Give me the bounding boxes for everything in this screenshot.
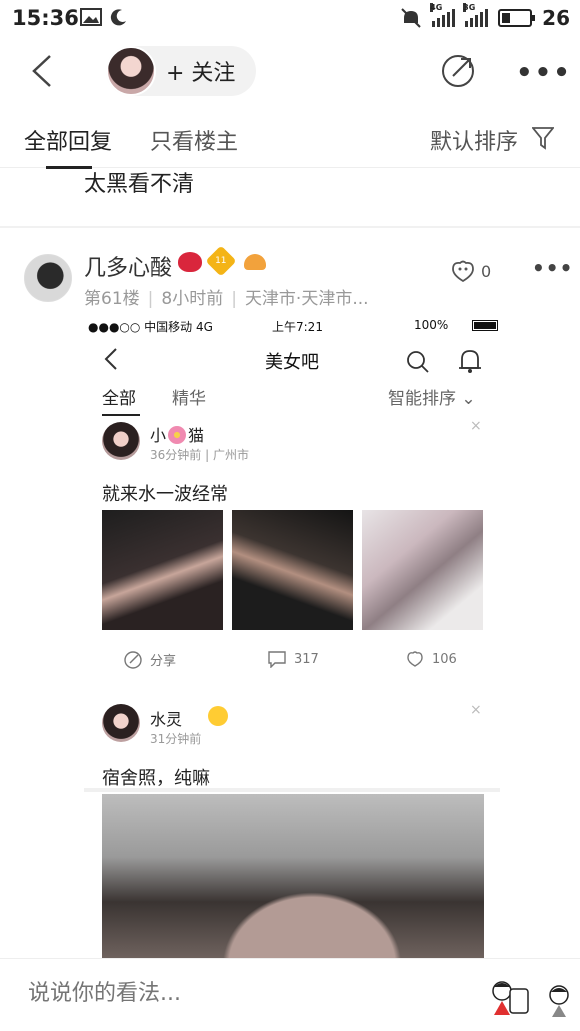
signal-4g-icon: 4G	[430, 3, 456, 27]
embedded-post: 水灵 31分钟前 × 宿舍照，纯嘛	[84, 702, 500, 959]
reply-avatar[interactable]	[24, 254, 72, 302]
filter-icon[interactable]	[532, 126, 554, 150]
reply-location: 天津市·天津市...	[244, 289, 369, 309]
reply-time: 8小时前	[161, 289, 224, 309]
reply-tabs: 全部回复 只看楼主 默认排序	[0, 106, 580, 168]
comment-bar	[0, 958, 580, 1031]
embedded-search-icon	[407, 351, 429, 373]
flower-icon	[168, 426, 187, 444]
battery-icon	[498, 9, 536, 27]
embedded-sort: 智能排序 ⌄	[388, 389, 476, 409]
embedded-post: 小猫 36分钟前 | 广州市 × 就来水一波经常 分享 317 106	[84, 418, 500, 792]
like-icon	[407, 651, 423, 667]
like-count: 0	[481, 262, 492, 281]
embedded-post-author: 水灵	[150, 710, 183, 729]
embedded-battery-icon	[472, 320, 498, 331]
battery-level: 26	[542, 6, 570, 30]
sticker-icon[interactable]	[488, 979, 532, 1019]
embedded-post-meta: 31分钟前	[150, 732, 202, 746]
reply-meta: 第61楼 | 8小时前 | 天津市·天津市...	[84, 289, 369, 309]
follow-button[interactable]: + 关注	[166, 55, 235, 87]
embedded-clock: 上午7:21	[272, 320, 323, 334]
embedded-title: 美女吧	[265, 352, 319, 373]
signal-3g-icon: 3G	[463, 3, 489, 27]
sort-selector[interactable]: 默认排序	[430, 124, 518, 156]
embedded-status-bar: ●●●○○ 中国移动 4G 上午7:21 100%	[88, 318, 498, 336]
reply-author-name[interactable]: 几多心酸	[84, 250, 172, 282]
comment-input[interactable]	[28, 981, 448, 1006]
embedded-tab-all: 全部	[102, 389, 136, 409]
image-notification-icon	[80, 8, 102, 26]
back-arrow-icon[interactable]	[30, 54, 54, 88]
avatar[interactable]	[106, 46, 156, 96]
embedded-bell-icon	[459, 350, 481, 373]
embedded-tab-indicator	[102, 414, 140, 416]
sad-face-icon	[208, 706, 228, 726]
more-options-icon[interactable]: •••	[516, 58, 572, 88]
hat-badge-icon	[244, 254, 266, 270]
tab-all-replies[interactable]: 全部回复	[24, 124, 112, 156]
embedded-close-icon: ×	[470, 418, 482, 434]
embedded-battery-pct: 100%	[414, 318, 449, 332]
embedded-photo	[102, 510, 223, 630]
embedded-tab-featured: 精华	[172, 389, 206, 409]
status-time: 15:36	[12, 6, 79, 30]
embedded-photo	[102, 794, 484, 959]
embedded-nav: 美女吧	[84, 336, 500, 384]
reply-header: 几多心酸 11 第61楼 | 8小时前 | 天津市·天津市... 0 •••	[0, 240, 580, 310]
reply-more-icon[interactable]: •••	[532, 256, 573, 280]
comment-icon	[268, 651, 286, 668]
embedded-close-icon: ×	[470, 702, 482, 718]
embedded-avatar	[102, 422, 140, 460]
share-icon[interactable]	[441, 54, 475, 88]
level-badge-icon: 11	[205, 245, 237, 277]
embedded-post-actions: 分享 317 106	[84, 644, 500, 674]
embedded-post-meta: 36分钟前 | 广州市	[150, 448, 249, 462]
author-follow-pill[interactable]: + 关注	[106, 46, 256, 96]
emoji-icon[interactable]	[546, 985, 572, 1019]
tab-owner-only[interactable]: 只看楼主	[150, 124, 238, 156]
embedded-avatar	[102, 704, 140, 742]
like-icon[interactable]	[450, 259, 476, 283]
embedded-carrier: ●●●○○ 中国移动 4G	[88, 320, 213, 334]
embedded-post-text: 宿舍照，纯嘛	[102, 768, 210, 789]
mute-icon	[401, 8, 421, 28]
embedded-photo	[362, 510, 483, 630]
lips-badge-icon	[178, 252, 202, 272]
previous-reply-text: 太黑看不清	[84, 172, 195, 197]
embedded-photo	[232, 510, 353, 630]
embedded-like: 106	[406, 650, 457, 668]
embedded-comment: 317	[268, 650, 319, 668]
divider	[0, 226, 580, 228]
reply-image-screenshot[interactable]: ●●●○○ 中国移动 4G 上午7:21 100% 美女吧 全部 精华 智能排序…	[84, 314, 500, 959]
top-nav: + 关注 •••	[0, 36, 580, 106]
reply-floor: 第61楼	[84, 289, 140, 309]
embedded-tabs: 全部 精华 智能排序 ⌄	[84, 380, 500, 416]
embedded-share: 分享	[124, 650, 176, 669]
embedded-post-author: 小猫	[150, 426, 205, 445]
share-icon	[124, 650, 142, 669]
status-bar: 15:36 4G 3G 26	[0, 0, 580, 36]
embedded-post-text: 就来水一波经常	[102, 484, 228, 505]
moon-icon	[110, 9, 126, 26]
